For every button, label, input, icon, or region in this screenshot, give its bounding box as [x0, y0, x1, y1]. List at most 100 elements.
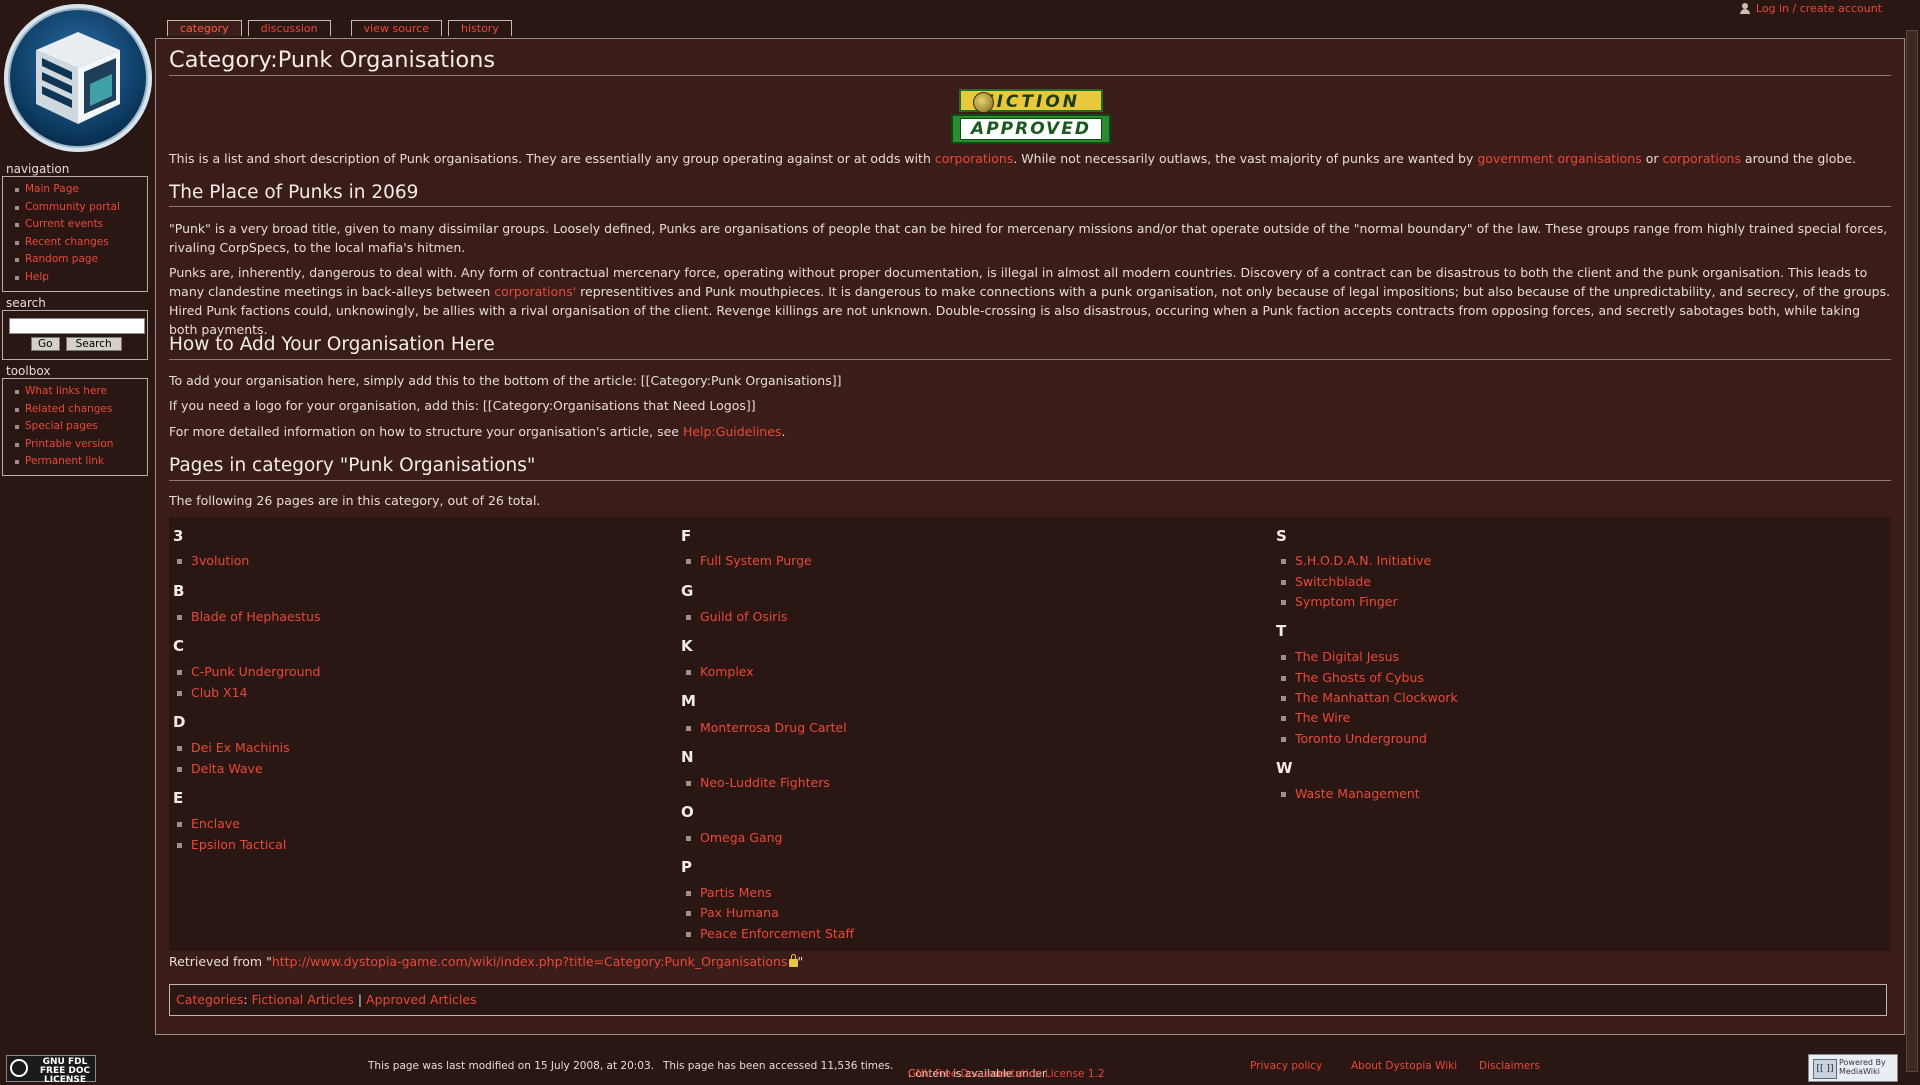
category-item[interactable]: Neo-Luddite Fighters: [678, 775, 830, 791]
category-item[interactable]: The Manhattan Clockwork: [1273, 690, 1458, 706]
category-item[interactable]: The Ghosts of Cybus: [1273, 670, 1424, 686]
toolbox-related-changes[interactable]: Related changes: [15, 401, 147, 419]
category-item[interactable]: Symptom Finger: [1273, 594, 1398, 610]
nav-current-events[interactable]: Current events: [15, 216, 147, 234]
navigation-portlet: Main Page Community portal Current event…: [2, 176, 148, 292]
howto-text-a: For more detailed information on how to …: [169, 424, 683, 439]
retrieved-from: Retrieved from "http://www.dystopia-game…: [169, 952, 1891, 971]
letter-heading: M: [681, 692, 696, 710]
page-tabs: category discussion view source history: [167, 20, 512, 36]
place-paragraph-1: "Punk" is a very broad title, given to m…: [169, 221, 1888, 255]
category-item[interactable]: Club X14: [169, 685, 248, 701]
letter-heading: B: [173, 582, 185, 600]
tab-history[interactable]: history: [448, 20, 512, 36]
heading-how-to-add: How to Add Your Organisation Here: [169, 334, 495, 355]
letter-heading: P: [681, 858, 692, 876]
fiction-approved-badge: FICTION ✓ APPROVED: [951, 89, 1111, 145]
nav-community-portal[interactable]: Community portal: [15, 199, 147, 217]
category-item[interactable]: Full System Purge: [678, 553, 812, 569]
category-count: The following 26 pages are in this categ…: [169, 493, 541, 508]
tab-discussion[interactable]: discussion: [247, 20, 331, 36]
toolbox-printable-version[interactable]: Printable version: [15, 436, 147, 454]
catlinks-separator: :: [243, 992, 252, 1007]
category-listing: 3 3volution B Blade of Hephaestus C C-Pu…: [169, 517, 1891, 951]
category-item[interactable]: Guild of Osiris: [678, 609, 787, 625]
category-item[interactable]: The Wire: [1273, 710, 1350, 726]
nav-recent-changes[interactable]: Recent changes: [15, 234, 147, 252]
category-fictional-articles[interactable]: Fictional Articles: [252, 992, 354, 1007]
letter-heading: G: [681, 582, 694, 600]
category-item[interactable]: S.H.O.D.A.N. Initiative: [1273, 553, 1431, 569]
category-item[interactable]: Omega Gang: [678, 830, 782, 846]
letter-heading: S: [1276, 527, 1287, 545]
powered-by-mediawiki-badge[interactable]: [[ ]] Powered By MediaWiki: [1808, 1054, 1898, 1082]
category-approved-articles[interactable]: Approved Articles: [366, 992, 477, 1007]
category-item[interactable]: Dei Ex Machinis: [169, 740, 290, 756]
categories-link[interactable]: Categories: [176, 992, 243, 1007]
category-item[interactable]: C-Punk Underground: [169, 664, 320, 680]
retrieved-suffix: ": [797, 954, 804, 969]
retrieved-url-link[interactable]: http://www.dystopia-game.com/wiki/index.…: [272, 954, 788, 969]
search-portlet: Go Search: [2, 310, 148, 360]
badge-top-text: FICTION: [981, 92, 1080, 112]
heading-rule-3: [169, 480, 1891, 481]
search-button[interactable]: Search: [65, 337, 122, 351]
user-icon: [1739, 3, 1750, 14]
category-item[interactable]: Enclave: [169, 816, 240, 832]
tab-category[interactable]: category: [167, 20, 242, 36]
toolbox-permanent-link[interactable]: Permanent link: [15, 453, 147, 471]
category-item[interactable]: Epsilon Tactical: [169, 837, 286, 853]
nav-random-page[interactable]: Random page: [15, 251, 147, 269]
heading-rule-1: [169, 206, 1891, 207]
license-link[interactable]: GNU Free Documentation License 1.2: [908, 1068, 1105, 1080]
toolbox-special-pages[interactable]: Special pages: [15, 418, 147, 436]
lock-icon: [788, 954, 798, 967]
place-paragraph-2: Punks are, inherently, dangerous to deal…: [169, 263, 1891, 339]
link-corporations-2[interactable]: corporations: [1662, 151, 1741, 166]
link-help-guidelines[interactable]: Help:Guidelines: [683, 424, 782, 439]
letter-heading: F: [681, 527, 692, 545]
category-item[interactable]: Monterrosa Drug Cartel: [678, 720, 847, 736]
category-item[interactable]: Peace Enforcement Staff: [678, 926, 854, 942]
toolbox-portlet: What links here Related changes Special …: [2, 378, 148, 476]
category-item[interactable]: Partis Mens: [678, 885, 772, 901]
heading-pages-in-category: Pages in category "Punk Organisations": [169, 455, 536, 476]
link-corporations[interactable]: corporations: [935, 151, 1014, 166]
footer-about[interactable]: About Dystopia Wiki: [1351, 1060, 1457, 1072]
footer: This page was last modified on 15 July 2…: [0, 1052, 1920, 1080]
search-title: search: [6, 296, 46, 310]
intro-text-1: This is a list and short description of …: [169, 151, 935, 166]
category-item[interactable]: 3volution: [169, 553, 249, 569]
category-item[interactable]: Switchblade: [1273, 574, 1371, 590]
content-area: Category:Punk Organisations FICTION ✓ APP…: [155, 38, 1905, 1035]
search-input[interactable]: [9, 318, 145, 334]
scrollbar-thumb[interactable]: [1906, 30, 1918, 1072]
category-item[interactable]: Komplex: [678, 664, 754, 680]
cube-icon: [36, 32, 120, 124]
footer-accessed: This page has been accessed 11,536 times…: [663, 1060, 894, 1072]
login-link[interactable]: Log in / create account: [1756, 2, 1882, 15]
globe-icon: [973, 92, 994, 113]
category-item[interactable]: Waste Management: [1273, 786, 1420, 802]
footer-privacy-policy[interactable]: Privacy policy: [1250, 1060, 1322, 1072]
retrieved-prefix: Retrieved from ": [169, 954, 272, 969]
category-item[interactable]: Delta Wave: [169, 761, 263, 777]
category-item[interactable]: Blade of Hephaestus: [169, 609, 320, 625]
category-item[interactable]: Toronto Underground: [1273, 731, 1427, 747]
link-government-organisations[interactable]: government organisations: [1477, 151, 1641, 166]
howto-line-1: To add your organisation here, simply ad…: [169, 373, 842, 388]
link-corporations-apostrophe[interactable]: corporations': [494, 284, 576, 299]
category-item[interactable]: Pax Humana: [678, 905, 779, 921]
category-item[interactable]: The Digital Jesus: [1273, 649, 1399, 665]
page-scrollbar[interactable]: [1906, 0, 1920, 1080]
go-button[interactable]: Go: [31, 337, 60, 351]
footer-disclaimers[interactable]: Disclaimers: [1479, 1060, 1540, 1072]
nav-main-page[interactable]: Main Page: [15, 181, 147, 199]
tab-view-source[interactable]: view source: [350, 20, 442, 36]
catlinks-pipe: |: [353, 992, 367, 1007]
toolbox-what-links-here[interactable]: What links here: [15, 383, 147, 401]
site-logo[interactable]: [4, 4, 152, 152]
letter-heading: C: [173, 637, 185, 655]
nav-help[interactable]: Help: [15, 269, 147, 287]
title-rule: [169, 75, 1891, 76]
